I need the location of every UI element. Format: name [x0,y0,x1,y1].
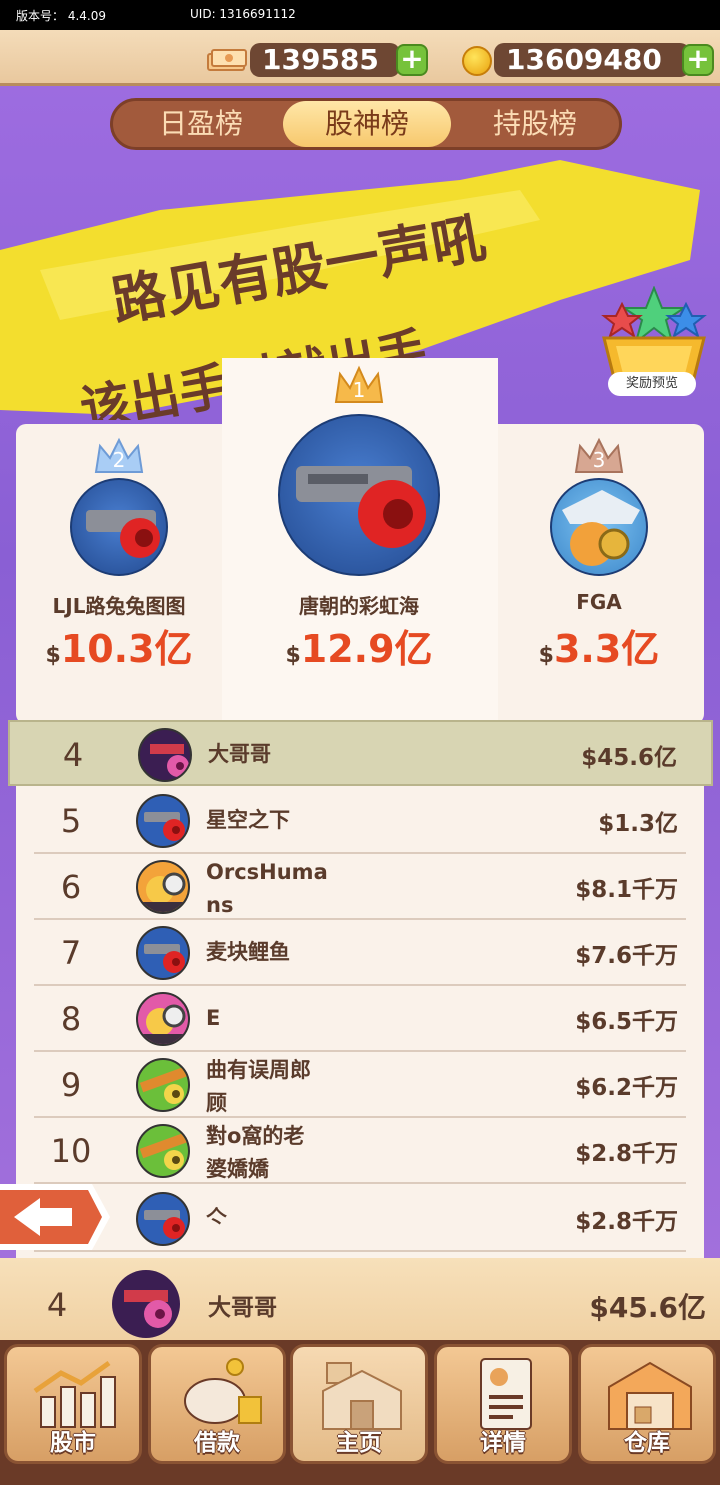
podium-value-3: $3.3亿 [538,627,660,671]
nav-details[interactable]: 详情 [434,1344,572,1464]
row-name: OrcsHuma ns [206,860,328,917]
row-value: $2.8千万 [575,1141,678,1167]
cash-icon [207,49,247,71]
avatar [136,1192,190,1246]
row-name: 亽 [206,1206,227,1230]
avatar [136,992,190,1046]
row-rank: 4 [62,736,84,774]
podium-value-2: $10.3亿 [45,627,193,671]
avatar[interactable] [550,478,648,576]
row-name: E [206,1006,221,1030]
table-row[interactable]: 4 大哥哥 $45.6亿 [8,720,713,786]
warehouse-icon [608,1361,692,1430]
gold-crown-icon: 1 [334,365,384,403]
row-name: 對o窩的老 婆嬌嬌 [206,1124,305,1181]
nav-label: 仓库 [624,1430,670,1456]
podium-value-1: $12.9亿 [285,627,433,671]
tab-daily-profit[interactable]: 日盈榜 [117,101,285,147]
row-name: 星空之下 [206,808,290,832]
row-value: $7.6千万 [575,943,678,969]
table-row[interactable]: 7 麦块鲤鱼 $7.6千万 [34,920,686,986]
nav-stock-market[interactable]: 股市 [4,1344,142,1464]
uid-text: UID: 1316691112 [190,7,296,21]
rank-2-number: 2 [113,448,126,472]
cash-amount: 139585 [250,43,400,77]
nav-label: 主页 [336,1430,382,1456]
row-name: 麦块鲤鱼 [206,940,290,964]
coin-amount: 13609480 [494,43,690,77]
my-rank-bar: 4 大哥哥 $45.6亿 [0,1258,720,1350]
avatar[interactable] [70,478,168,576]
podium-name-2: LJL路兔兔图图 [52,594,186,618]
leaderboard-tabs: 日盈榜 股神榜 持股榜 [110,98,622,150]
rank-3-number: 3 [593,448,606,472]
table-row[interactable]: 亽 $2.8千万 [34,1186,686,1252]
reward-preview-label[interactable]: 奖励预览 [608,372,696,396]
nav-loan[interactable]: 借款 [148,1344,286,1464]
coin-icon [462,46,492,76]
row-name: 曲有误周郎 顾 [206,1058,311,1115]
row-value: $1.3亿 [598,811,678,837]
tab-stock-god[interactable]: 股神榜 [283,101,451,147]
avatar [138,728,192,782]
row-value: $6.2千万 [575,1075,678,1101]
tab-holdings[interactable]: 持股榜 [451,101,619,147]
version-text: 版本号： 4.4.09 [16,9,106,23]
row-value: $2.8千万 [575,1209,678,1235]
status-bar: 版本号： 4.4.09 UID: 1316691112 [0,0,720,30]
podium-name-3: FGA [576,590,622,614]
rank-1-number: 1 [353,378,366,402]
profile-card-icon [480,1358,532,1430]
piggy-bank-icon [184,1358,262,1424]
silver-crown-icon: 2 [94,437,144,473]
row-rank: 5 [60,802,82,840]
table-row[interactable]: 9 曲有误周郎 顾 $6.2千万 [34,1052,686,1118]
avatar [136,860,190,914]
my-value: $45.6亿 [589,1291,706,1324]
row-rank: 6 [60,868,82,906]
row-rank: 8 [60,1000,82,1038]
row-rank: 10 [50,1132,92,1170]
bottom-nav: 股市 借款 主页 详情 仓库 [0,1340,720,1485]
avatar [136,1124,190,1178]
row-rank: 9 [60,1066,82,1104]
avatar [136,926,190,980]
currency-bar: 139585 + 13609480 + [0,30,720,86]
nav-label: 股市 [50,1430,96,1456]
table-row[interactable]: 8 E $6.5千万 [34,986,686,1052]
my-name: 大哥哥 [208,1295,277,1321]
home-icon [322,1362,402,1430]
row-value: $8.1千万 [575,877,678,903]
podium-name-1: 唐朝的彩虹海 [299,594,419,618]
avatar [112,1270,180,1338]
row-rank: 7 [60,934,82,972]
avatar [136,1058,190,1112]
avatar [136,794,190,848]
avatar[interactable] [278,414,440,576]
back-arrow-icon[interactable] [0,1180,112,1254]
my-rank: 4 [46,1286,68,1324]
table-row[interactable]: 6 OrcsHuma ns $8.1千万 [34,854,686,920]
nav-label: 详情 [480,1430,526,1456]
row-name: 大哥哥 [208,742,271,766]
table-row[interactable]: 5 星空之下 $1.3亿 [34,788,686,854]
row-value: $6.5千万 [575,1009,678,1035]
nav-label: 借款 [194,1430,240,1456]
stock-chart-icon [33,1360,116,1428]
nav-warehouse[interactable]: 仓库 [578,1344,716,1464]
bronze-crown-icon: 3 [574,437,624,473]
nav-home[interactable]: 主页 [290,1344,428,1464]
table-row[interactable]: 10 對o窩的老 婆嬌嬌 $2.8千万 [34,1118,686,1184]
add-cash-button[interactable]: + [396,44,428,76]
row-value: $45.6亿 [581,745,677,771]
add-coins-button[interactable]: + [682,44,714,76]
